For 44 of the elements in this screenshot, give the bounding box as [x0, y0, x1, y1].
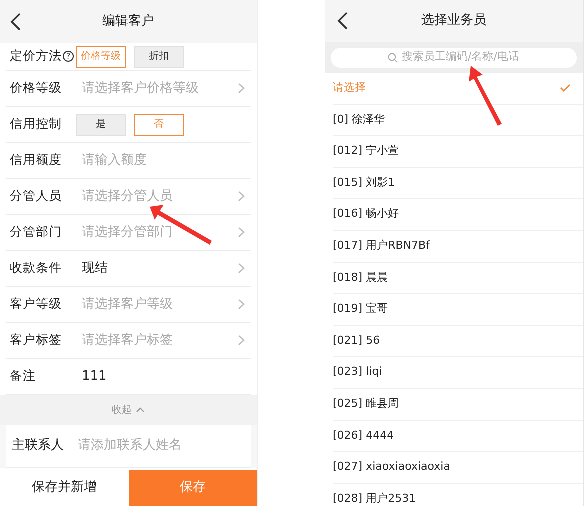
list-item[interactable]: [019] 宝哥	[333, 294, 583, 326]
list-item[interactable]: [028] 用户2531	[333, 484, 583, 506]
help-icon[interactable]: ?	[63, 51, 74, 62]
back-icon[interactable]	[10, 12, 21, 30]
back-icon[interactable]	[337, 12, 348, 30]
list-item[interactable]: [026] 4444	[333, 420, 583, 452]
list-item[interactable]: [025] 睢县周	[333, 388, 583, 421]
field-label: 定价方法	[10, 47, 62, 66]
list-item[interactable]: [016] 畅小好	[333, 199, 583, 231]
field-label: 信用额度	[10, 151, 62, 170]
search-icon	[388, 52, 398, 62]
chevron-right-icon	[238, 83, 245, 94]
field-label: 分管部门	[10, 223, 62, 242]
list-item[interactable]: [021] 56	[333, 326, 583, 358]
select-field[interactable]: 现结	[82, 258, 238, 278]
field-label: 信用控制	[10, 115, 62, 134]
list-item[interactable]: [027] xiaoxiaoxiaoxia	[333, 452, 583, 484]
field-label: 主联系人	[11, 437, 65, 456]
chevron-right-icon	[238, 335, 245, 346]
arrow	[469, 66, 502, 126]
page-title: 编辑客户	[102, 12, 156, 31]
field-label: 价格等级	[10, 79, 62, 98]
list-item[interactable]: [012] 宁小萱	[333, 136, 583, 168]
chevron-right-icon	[238, 191, 245, 202]
option-button[interactable]: 折扣	[134, 46, 184, 68]
list-item[interactable]: [018] 晨晨	[333, 262, 583, 294]
chevron-right-icon	[238, 299, 245, 310]
field-label: 备注	[10, 367, 36, 386]
option-button[interactable]: 是	[76, 114, 126, 136]
field-label: 客户标签	[10, 331, 62, 350]
chevron-right-icon	[238, 227, 245, 238]
chevron-right-icon	[238, 263, 245, 274]
search-bar[interactable]: 搜索员工编码/名称/电话	[331, 48, 577, 68]
check-icon	[560, 84, 571, 92]
list-item[interactable]: [017] 用户RBN7Bf	[333, 230, 583, 263]
field-label: 分管人员	[10, 187, 62, 206]
field-label: 收款条件	[10, 259, 62, 278]
list-item[interactable]: [023] liqi	[333, 357, 583, 389]
field-label: 客户等级	[10, 295, 62, 314]
page-title: 选择业务员	[420, 12, 488, 30]
chevron-up-icon	[136, 407, 145, 413]
input-field[interactable]: 111	[82, 366, 245, 386]
save-and-new-button[interactable]: 保存并新增	[0, 470, 128, 506]
list-item[interactable]: [015] 刘影1	[333, 168, 583, 200]
